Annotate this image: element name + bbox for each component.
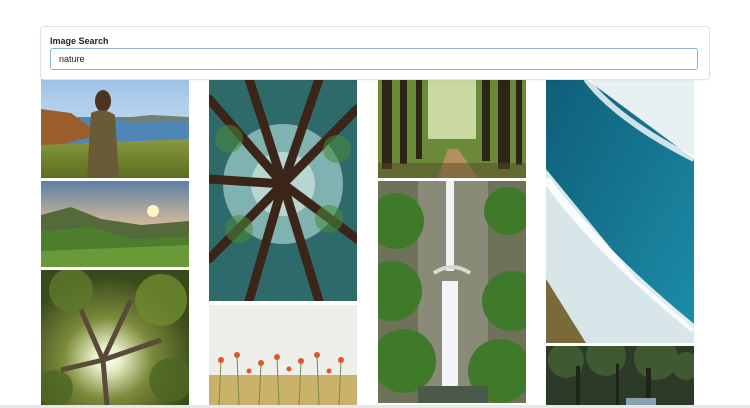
result-image-sunlight-through-tree[interactable]	[41, 270, 189, 406]
image-search-card: Image Search	[40, 26, 710, 80]
result-image-ocean-waves-aerial[interactable]	[546, 79, 694, 343]
result-image-dark-forest[interactable]	[546, 346, 694, 406]
result-image-woman-on-coastal-cliff[interactable]	[41, 79, 189, 178]
result-image-redwoods-looking-up[interactable]	[209, 79, 357, 301]
result-image-forest-path[interactable]	[378, 79, 526, 178]
search-input[interactable]	[50, 48, 698, 70]
search-label: Image Search	[50, 36, 109, 46]
result-image-poppy-field[interactable]	[209, 305, 357, 406]
result-image-green-valley-sunset[interactable]	[41, 181, 189, 267]
result-image-waterfall-bridge[interactable]	[378, 181, 526, 403]
